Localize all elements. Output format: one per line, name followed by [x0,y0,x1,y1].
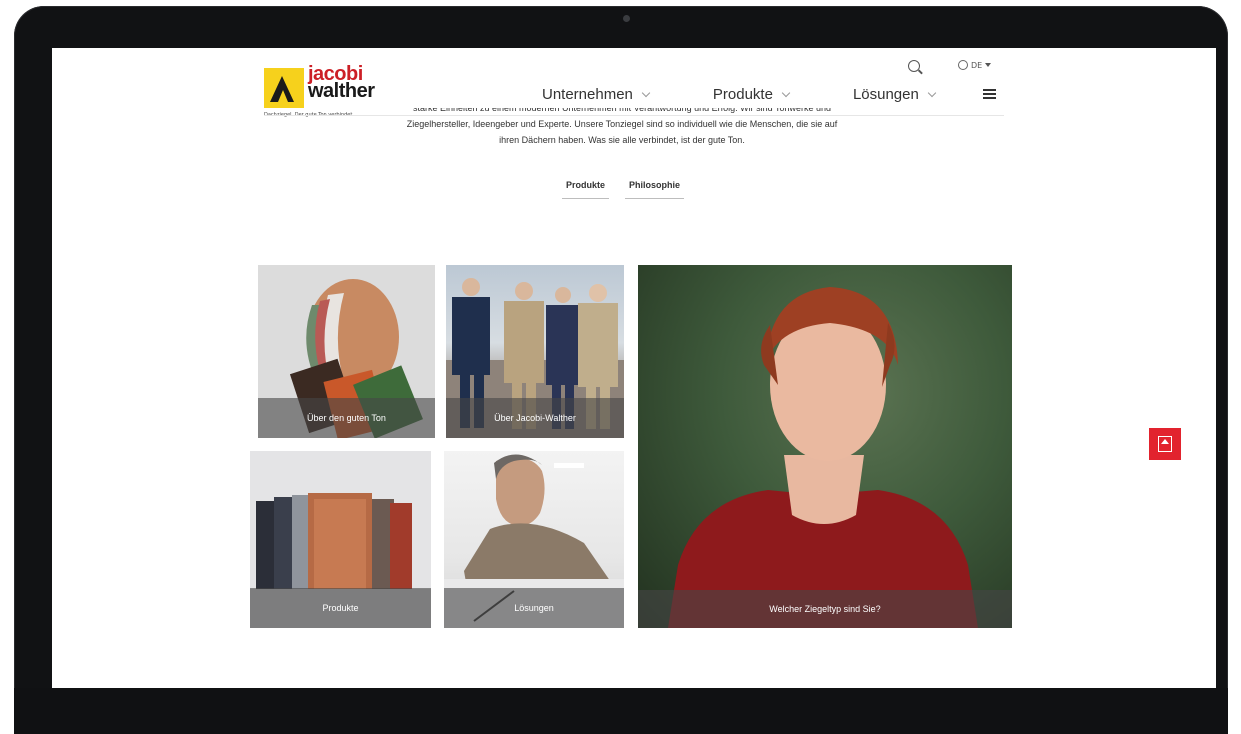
arrow-up-icon [1158,436,1172,452]
tile-welcher-ziegeltyp[interactable]: Welcher Ziegeltyp sind Sie? [638,265,1012,628]
search-icon[interactable] [908,60,920,72]
intro-line: starke Einheiten zu einem modernen Unter… [412,108,832,113]
nav-item-produkte[interactable]: Produkte [712,86,791,103]
back-to-top-button[interactable] [1149,428,1181,460]
section-tabs: Produkte Philosophie [562,178,685,199]
intro-line: Ziegelhersteller, Ideengeber und Experte… [406,119,838,129]
tile-ueber-den-guten-ton[interactable]: Über den guten Ton [258,265,435,438]
intro-text: starke Einheiten zu einem modernen Unter… [342,108,902,148]
language-switcher[interactable]: DE [958,60,992,70]
nav-item-loesungen[interactable]: Lösungen [852,86,937,103]
nav-label: Lösungen [852,86,919,103]
tab-produkte[interactable]: Produkte [562,178,610,199]
chevron-down-icon [781,88,791,97]
main-navigation: Unternehmen Produkte Lösungen [542,86,937,103]
browser-screen: jacobi walther Dachziegel. Der gute Ton … [52,48,1216,688]
hamburger-menu-icon[interactable] [983,89,996,100]
language-label: DE [971,60,983,70]
globe-icon [958,60,968,70]
nav-item-unternehmen[interactable]: Unternehmen [542,86,651,103]
tile-caption: Produkte [250,588,431,628]
tile-image [668,287,978,628]
intro-line: ihren Dächern haben. Was sie alle verbin… [499,135,745,145]
brand-logo[interactable]: jacobi walther Dachziegel. Der gute Ton … [264,64,384,118]
logo-mark-icon [264,68,304,108]
tile-loesungen[interactable]: Lösungen [444,451,624,628]
device-bottom-bezel [14,688,1228,734]
tile-caption: Über Jacobi-Walther [446,398,624,438]
nav-label: Produkte [712,86,773,103]
tab-philosophie[interactable]: Philosophie [625,178,685,199]
caret-down-icon [985,63,992,67]
chevron-down-icon [641,88,651,97]
tile-ueber-jacobi-walther[interactable]: Über Jacobi-Walther [446,265,624,438]
tile-caption: Lösungen [444,588,624,628]
tile-produkte[interactable]: Produkte [250,451,431,628]
nav-label: Unternehmen [542,86,633,103]
tile-caption: Welcher Ziegeltyp sind Sie? [638,590,1012,628]
logo-wordmark: jacobi walther [308,64,375,102]
camera-dot [623,15,630,22]
tile-caption: Über den guten Ton [258,398,435,438]
logo-line2: walther [308,80,375,102]
chevron-down-icon [927,88,937,97]
